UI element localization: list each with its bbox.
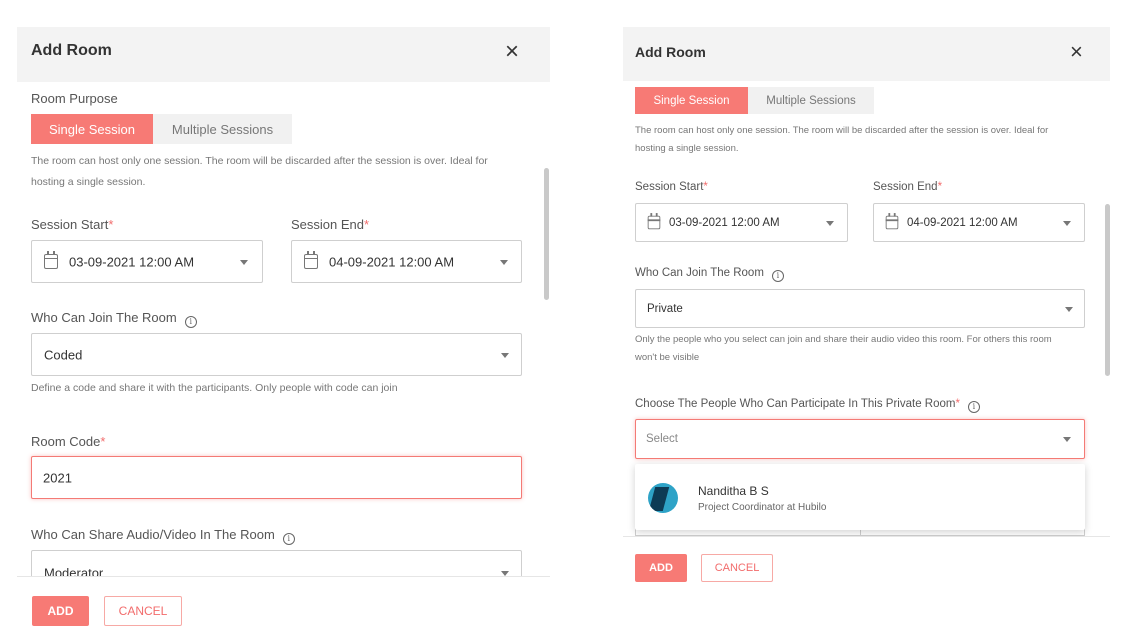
who-can-join-select[interactable]: Private bbox=[635, 289, 1085, 328]
choose-people-label: Choose The People Who Can Participate In… bbox=[635, 398, 980, 413]
avatar bbox=[648, 483, 678, 513]
session-start-value: 03-09-2021 12:00 AM bbox=[69, 254, 195, 269]
add-button[interactable]: ADD bbox=[635, 554, 687, 582]
add-room-dialog-left: Add Room × Room Purpose Single Session M… bbox=[17, 0, 550, 633]
session-end-label: Session End* bbox=[291, 217, 370, 232]
calendar-icon bbox=[304, 250, 318, 269]
session-end-picker[interactable]: 04-09-2021 12:00 AM bbox=[873, 203, 1085, 242]
room-purpose-help: The room can host only one session. The … bbox=[635, 125, 1049, 154]
session-start-value: 03-09-2021 12:00 AM bbox=[669, 216, 780, 229]
cancel-button[interactable]: CANCEL bbox=[104, 596, 182, 626]
who-can-join-help: Define a code and share it with the part… bbox=[31, 382, 398, 394]
people-dropdown-menu: Nanditha B S Project Coordinator at Hubi… bbox=[635, 464, 1085, 530]
dialog-footer: ADD CANCEL bbox=[623, 536, 1110, 633]
chevron-down-icon bbox=[500, 259, 508, 265]
who-can-join-label: Who Can Join The Room i bbox=[635, 267, 784, 282]
room-purpose-toggle: Single Session Multiple Sessions bbox=[31, 114, 292, 144]
who-can-join-label: Who Can Join The Room i bbox=[31, 310, 197, 328]
dialog-header: Add Room × bbox=[17, 27, 550, 82]
room-purpose-toggle: Single Session Multiple Sessions bbox=[635, 87, 874, 114]
who-can-share-label: Who Can Share Audio/Video In The Room i bbox=[31, 527, 295, 545]
chevron-down-icon bbox=[1063, 220, 1071, 226]
close-icon[interactable]: × bbox=[1070, 40, 1083, 64]
info-icon[interactable]: i bbox=[184, 316, 197, 328]
option-role: Project Coordinator at Hubilo bbox=[698, 502, 827, 513]
who-can-join-value: Private bbox=[647, 302, 683, 315]
dialog-title: Add Room bbox=[31, 42, 112, 59]
choose-people-select[interactable]: Select bbox=[635, 419, 1085, 459]
calendar-icon bbox=[44, 250, 58, 269]
session-start-label: Session Start* bbox=[31, 217, 114, 232]
session-start-picker[interactable]: 03-09-2021 12:00 AM bbox=[635, 203, 848, 242]
room-code-label: Room Code* bbox=[31, 434, 106, 449]
who-can-join-select[interactable]: Coded bbox=[31, 333, 522, 376]
calendar-icon bbox=[885, 212, 899, 229]
session-end-value: 04-09-2021 12:00 AM bbox=[329, 254, 455, 269]
who-can-join-help: Only the people who you select can join … bbox=[635, 334, 1052, 363]
tab-multiple-sessions[interactable]: Multiple Sessions bbox=[748, 87, 874, 114]
room-code-input[interactable]: 2021 bbox=[31, 456, 522, 499]
chevron-down-icon bbox=[240, 259, 248, 265]
session-end-label: Session End* bbox=[873, 181, 943, 193]
room-purpose-help: The room can host only one session. The … bbox=[31, 155, 488, 188]
info-icon[interactable]: i bbox=[771, 270, 784, 282]
add-button[interactable]: ADD bbox=[32, 596, 89, 626]
cancel-button[interactable]: CANCEL bbox=[701, 554, 773, 582]
tab-single-session[interactable]: Single Session bbox=[31, 114, 153, 144]
scrollbar-thumb[interactable] bbox=[1105, 204, 1110, 376]
chevron-down-icon bbox=[1063, 437, 1071, 442]
close-icon[interactable]: × bbox=[505, 40, 519, 64]
who-can-join-value: Coded bbox=[44, 347, 83, 362]
tab-single-session[interactable]: Single Session bbox=[635, 87, 748, 114]
chevron-down-icon bbox=[826, 220, 834, 226]
session-start-picker[interactable]: 03-09-2021 12:00 AM bbox=[31, 240, 263, 283]
room-purpose-label: Room Purpose bbox=[31, 91, 118, 106]
chevron-down-icon bbox=[501, 352, 509, 358]
dialog-footer: ADD CANCEL bbox=[17, 576, 550, 633]
dialog-title: Add Room bbox=[635, 44, 706, 60]
scrollbar-thumb[interactable] bbox=[544, 168, 549, 300]
choose-people-placeholder: Select bbox=[646, 433, 678, 445]
add-room-dialog-right: Add Room × Single Session Multiple Sessi… bbox=[623, 0, 1110, 633]
room-code-value: 2021 bbox=[43, 470, 72, 485]
session-end-picker[interactable]: 04-09-2021 12:00 AM bbox=[291, 240, 522, 283]
info-icon[interactable]: i bbox=[282, 533, 295, 545]
tab-multiple-sessions[interactable]: Multiple Sessions bbox=[153, 114, 292, 144]
dialog-header: Add Room × bbox=[623, 27, 1110, 81]
calendar-icon bbox=[647, 212, 661, 229]
info-icon[interactable]: i bbox=[967, 401, 980, 413]
session-end-value: 04-09-2021 12:00 AM bbox=[907, 216, 1018, 229]
list-item[interactable]: Nanditha B S Project Coordinator at Hubi… bbox=[635, 464, 1085, 530]
option-name: Nanditha B S bbox=[698, 484, 769, 498]
session-start-label: Session Start* bbox=[635, 181, 708, 193]
chevron-down-icon bbox=[1065, 306, 1073, 312]
